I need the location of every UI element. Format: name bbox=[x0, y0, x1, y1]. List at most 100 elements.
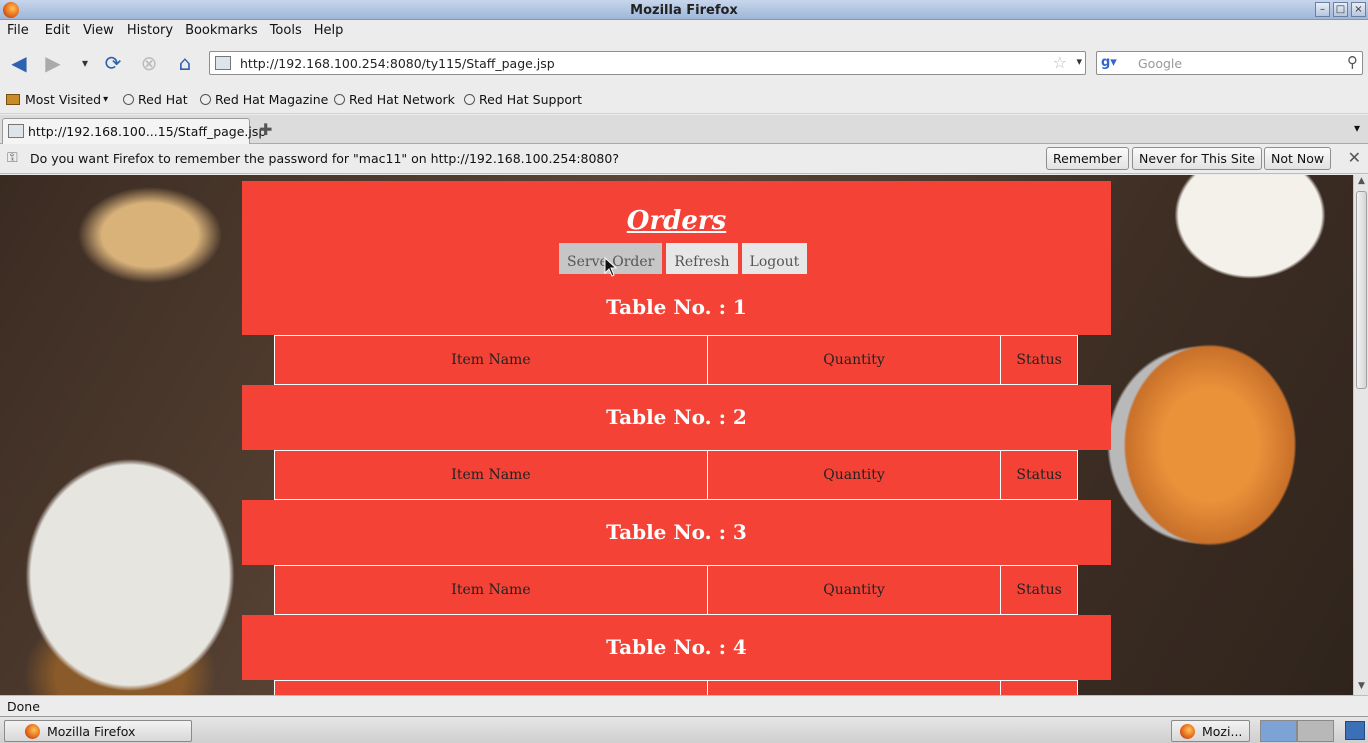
bookmark-most-visited[interactable]: Most Visited ▾ bbox=[6, 92, 108, 107]
table-band: Table No. : 2 bbox=[242, 385, 1111, 450]
bookmark-star-icon[interactable]: ☆ bbox=[1053, 53, 1067, 72]
remember-button[interactable]: Remember bbox=[1046, 147, 1129, 170]
close-window-button[interactable]: × bbox=[1351, 2, 1366, 17]
order-actions: Serve Order Refresh Logout bbox=[559, 243, 808, 274]
refresh-button[interactable]: Refresh bbox=[666, 243, 738, 274]
url-dropdown-icon[interactable]: ▾ bbox=[1076, 55, 1082, 68]
orders-header-panel: Orders Serve Order Refresh Logout Table … bbox=[242, 181, 1111, 335]
column-header-quantity: Quantity bbox=[708, 566, 1002, 614]
bookmark-label: Red Hat Magazine bbox=[215, 92, 329, 107]
menu-bookmarks[interactable]: Bookmarks bbox=[178, 20, 258, 42]
bookmark-red-hat[interactable]: Red Hat bbox=[123, 92, 188, 107]
window-titlebar: Mozilla Firefox – □ × bbox=[0, 0, 1368, 20]
bookmark-label: Most Visited bbox=[25, 92, 102, 107]
workspace-2[interactable] bbox=[1297, 720, 1334, 742]
menu-tools[interactable]: Tools bbox=[263, 20, 302, 42]
scroll-up-icon[interactable]: ▲ bbox=[1355, 176, 1368, 189]
folder-icon bbox=[6, 94, 20, 105]
tab-label: http://192.168.100...15/Staff_page.jsp bbox=[28, 124, 267, 139]
google-engine-icon[interactable]: g▾ bbox=[1101, 55, 1131, 71]
order-table: Item Name Quantity Status bbox=[274, 450, 1078, 500]
search-bar[interactable]: g▾ Google ⚲ bbox=[1096, 51, 1363, 75]
tab-staff-page[interactable]: http://192.168.100...15/Staff_page.jsp bbox=[2, 118, 266, 144]
page-viewport: Orders Serve Order Refresh Logout Table … bbox=[0, 175, 1353, 695]
bookmark-icon bbox=[464, 94, 475, 105]
order-table bbox=[274, 680, 1078, 695]
page-title: Orders bbox=[626, 206, 727, 236]
navigation-toolbar: ◀ ▶ ▾ ⟳ ⊗ ⌂ http://192.168.100.254:8080/… bbox=[0, 42, 1368, 84]
stop-icon[interactable]: ⊗ bbox=[136, 50, 162, 76]
column-header-status: Status bbox=[1016, 582, 1062, 598]
vertical-scrollbar[interactable]: ▲ ▼ bbox=[1353, 175, 1368, 695]
status-text: Done bbox=[7, 699, 40, 714]
bookmarks-toolbar: Most Visited ▾ Red Hat Red Hat Magazine … bbox=[0, 84, 1368, 114]
bookmark-label: Red Hat Support bbox=[479, 92, 583, 107]
menu-help[interactable]: Help bbox=[307, 20, 344, 42]
table-band: Table No. : 4 bbox=[242, 615, 1111, 680]
page-favicon-icon bbox=[215, 56, 231, 70]
window-title: Mozilla Firefox bbox=[630, 3, 738, 18]
key-icon: ⚿ bbox=[7, 150, 18, 166]
bookmark-icon bbox=[334, 94, 345, 105]
bookmark-label: Red Hat bbox=[138, 92, 188, 107]
menu-file[interactable]: File bbox=[0, 20, 29, 42]
logout-button[interactable]: Logout bbox=[741, 243, 808, 274]
taskbar-firefox-window[interactable]: Mozilla Firefox bbox=[4, 720, 192, 742]
column-header-item-name: Item Name bbox=[275, 336, 708, 384]
never-for-site-button[interactable]: Never for This Site bbox=[1132, 147, 1262, 170]
minimize-button[interactable]: – bbox=[1315, 2, 1330, 17]
reload-icon[interactable]: ⟳ bbox=[100, 50, 126, 76]
order-table: Item Name Quantity Status bbox=[274, 565, 1078, 615]
taskbar-tray-firefox[interactable]: Mozi... bbox=[1171, 720, 1250, 742]
table-heading: Table No. : 3 bbox=[606, 520, 747, 544]
column-cell bbox=[1001, 681, 1077, 695]
search-placeholder[interactable]: Google bbox=[1138, 56, 1182, 71]
scroll-thumb[interactable] bbox=[1356, 191, 1367, 389]
bookmark-label: Red Hat Network bbox=[349, 92, 455, 107]
new-tab-icon[interactable]: ✚ bbox=[259, 120, 272, 139]
column-header-item-name: Item Name bbox=[275, 566, 708, 614]
bookmark-red-hat-magazine[interactable]: Red Hat Magazine bbox=[200, 92, 328, 107]
password-notification-bar: ⚿ Do you want Firefox to remember the pa… bbox=[0, 144, 1368, 174]
back-arrow-icon[interactable]: ◀ bbox=[6, 50, 32, 76]
search-icon[interactable]: ⚲ bbox=[1347, 53, 1358, 71]
firefox-icon bbox=[1180, 724, 1195, 739]
table-heading: Table No. : 4 bbox=[606, 635, 747, 659]
maximize-button[interactable]: □ bbox=[1333, 2, 1348, 17]
menu-view[interactable]: View bbox=[76, 20, 114, 42]
close-notification-icon[interactable]: ✕ bbox=[1348, 148, 1361, 167]
workspace-1[interactable] bbox=[1260, 720, 1297, 742]
taskbar-task-label: Mozi... bbox=[1202, 724, 1243, 739]
menu-edit[interactable]: Edit bbox=[38, 20, 70, 42]
taskbar-task-label: Mozilla Firefox bbox=[47, 724, 136, 739]
column-cell bbox=[708, 681, 1002, 695]
order-table: Item Name Quantity Status bbox=[274, 335, 1078, 385]
url-bar[interactable]: http://192.168.100.254:8080/ty115/Staff_… bbox=[209, 51, 1086, 75]
column-header-status: Status bbox=[1016, 352, 1062, 368]
chevron-down-icon: ▾ bbox=[103, 94, 109, 105]
url-text[interactable]: http://192.168.100.254:8080/ty115/Staff_… bbox=[240, 56, 555, 71]
home-icon[interactable]: ⌂ bbox=[172, 50, 198, 76]
column-header-quantity: Quantity bbox=[708, 336, 1002, 384]
tab-list-chevron-icon[interactable]: ▾ bbox=[1354, 121, 1360, 135]
scroll-down-icon[interactable]: ▼ bbox=[1355, 681, 1368, 694]
firefox-icon bbox=[25, 724, 40, 739]
history-dropdown-icon[interactable]: ▾ bbox=[72, 50, 98, 76]
notification-message: Do you want Firefox to remember the pass… bbox=[30, 151, 619, 166]
os-taskbar: Mozilla Firefox Mozi... bbox=[0, 716, 1368, 743]
workspace-switcher[interactable] bbox=[1260, 720, 1334, 742]
column-header-status: Status bbox=[1016, 467, 1062, 483]
menu-history[interactable]: History bbox=[120, 20, 173, 42]
column-header-quantity: Quantity bbox=[708, 451, 1002, 499]
not-now-button[interactable]: Not Now bbox=[1264, 147, 1332, 170]
page-favicon-icon bbox=[8, 124, 24, 138]
show-desktop-icon[interactable] bbox=[1345, 721, 1365, 740]
forward-arrow-icon[interactable]: ▶ bbox=[40, 50, 66, 76]
bookmark-red-hat-network[interactable]: Red Hat Network bbox=[334, 92, 455, 107]
bookmark-icon bbox=[200, 94, 211, 105]
bookmark-icon bbox=[123, 94, 134, 105]
table-band: Table No. : 3 bbox=[242, 500, 1111, 565]
status-bar: Done bbox=[0, 695, 1368, 715]
column-cell bbox=[275, 681, 708, 695]
bookmark-red-hat-support[interactable]: Red Hat Support bbox=[464, 92, 582, 107]
